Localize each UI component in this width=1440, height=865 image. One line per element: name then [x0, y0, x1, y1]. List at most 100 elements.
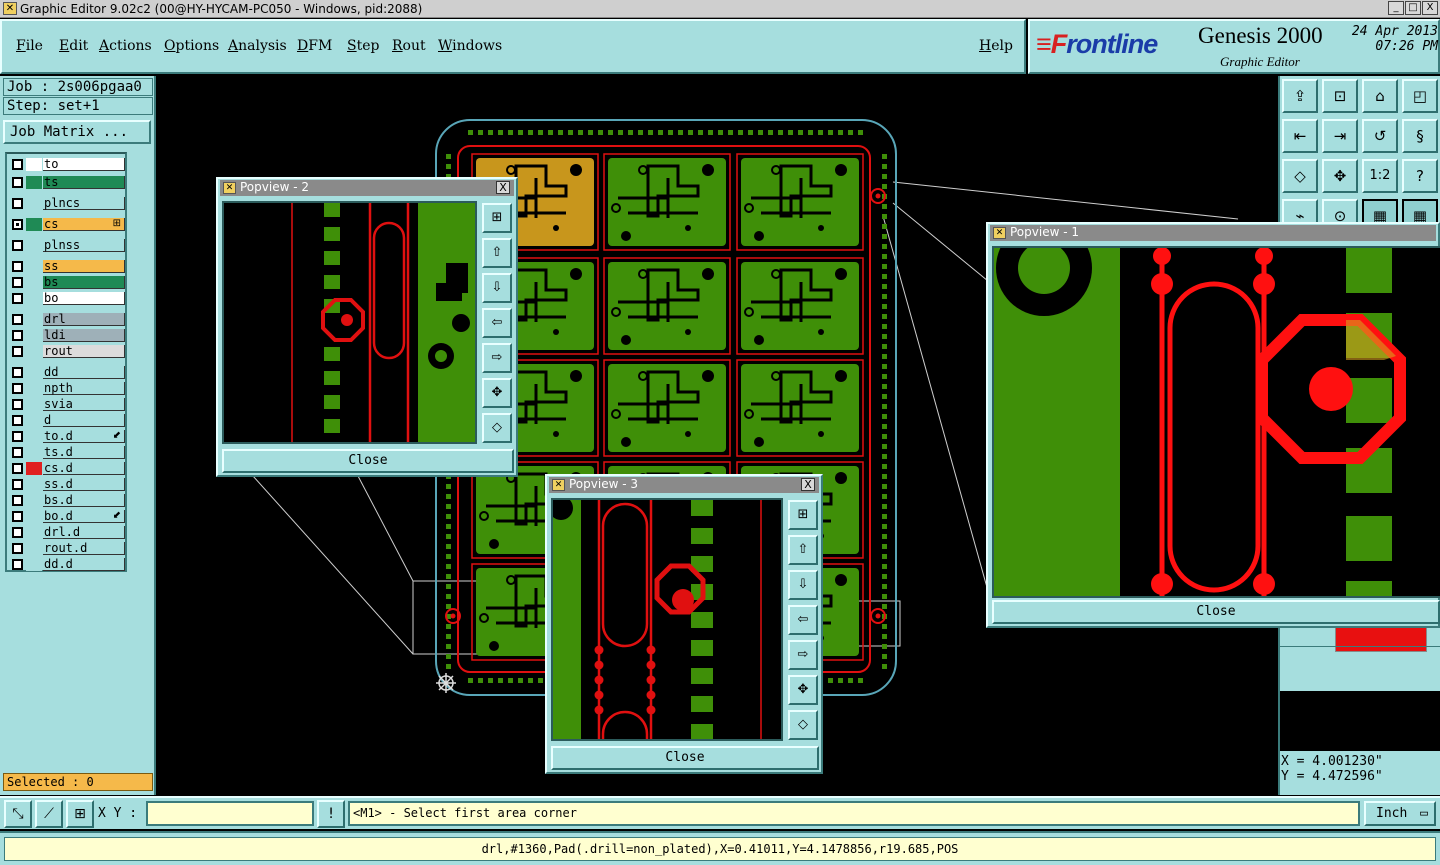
menu-dfm[interactable]: DFM	[297, 38, 332, 54]
layer-checkbox[interactable]	[12, 314, 23, 325]
menu-help[interactable]: Help	[979, 38, 1013, 54]
layer-name[interactable]: drl.d	[43, 526, 125, 539]
layer-checkbox[interactable]	[12, 346, 23, 357]
layer-name[interactable]: ss	[43, 260, 125, 273]
layer-color-swatch[interactable]	[26, 510, 42, 523]
layer-row-plnss[interactable]: plnss	[8, 238, 126, 252]
layer-color-swatch[interactable]	[26, 494, 42, 507]
layer-name[interactable]: drl	[43, 313, 125, 326]
popview-2-right-icon[interactable]: ⇨	[482, 343, 512, 373]
layer-checkbox[interactable]	[12, 463, 23, 474]
layer-row-ss-d[interactable]: ss.d	[8, 477, 126, 491]
layer-name[interactable]: d	[43, 414, 125, 427]
layer-row-to[interactable]: to	[8, 157, 126, 171]
layer-row-plncs[interactable]: plncs	[8, 196, 126, 210]
menu-edit[interactable]: Edit	[59, 38, 88, 54]
layer-name[interactable]: bs.d	[43, 494, 125, 507]
layer-checkbox[interactable]	[12, 511, 23, 522]
layer-checkbox[interactable]	[12, 367, 23, 378]
zoom-1to2-icon[interactable]: 1:2	[1362, 159, 1398, 193]
popview-3-fit-icon[interactable]: ✥	[788, 675, 818, 705]
layer-checkbox[interactable]	[12, 527, 23, 538]
layer-checkbox[interactable]	[12, 198, 23, 209]
layer-name[interactable]: bo.d ⬋	[43, 510, 125, 523]
zoom-home-icon[interactable]: ⇪	[1282, 79, 1318, 113]
layer-checkbox[interactable]	[12, 277, 23, 288]
overlay-icon[interactable]: ◰	[1402, 79, 1438, 113]
layer-color-swatch[interactable]	[26, 446, 42, 459]
layer-row-cs[interactable]: cs ⊞	[8, 217, 126, 231]
minimize-button[interactable]: _	[1388, 1, 1404, 15]
popview-2-view[interactable]	[222, 201, 477, 444]
layer-color-swatch[interactable]	[26, 218, 42, 231]
popview-2-down-icon[interactable]: ⇩	[482, 273, 512, 303]
popview-1-view[interactable]	[992, 246, 1440, 598]
layer-checkbox[interactable]	[12, 261, 23, 272]
home-icon[interactable]: ⌂	[1362, 79, 1398, 113]
layer-color-swatch[interactable]	[26, 414, 42, 427]
layer-color-swatch[interactable]	[26, 558, 42, 571]
layer-name[interactable]: rout.d	[43, 542, 125, 555]
layer-row-dd[interactable]: dd	[8, 365, 126, 379]
layer-row-npth[interactable]: npth	[8, 381, 126, 395]
zoom-in-icon[interactable]: ⊡	[1322, 79, 1358, 113]
popview-3-view[interactable]	[551, 498, 783, 741]
grid-icon[interactable]: ⊞	[66, 800, 94, 828]
layer-name[interactable]: rout	[43, 345, 125, 358]
layer-name[interactable]: dd	[43, 366, 125, 379]
snap-corner-icon[interactable]: ⤡	[4, 800, 32, 828]
layer-row-ts-d[interactable]: ts.d	[8, 445, 126, 459]
layer-checkbox[interactable]	[12, 383, 23, 394]
layer-color-swatch[interactable]	[26, 430, 42, 443]
layer-color-swatch[interactable]	[26, 260, 42, 273]
layer-row-d[interactable]: d	[8, 413, 126, 427]
menu-options[interactable]: Options	[164, 38, 219, 54]
menu-windows[interactable]: Windows	[438, 38, 502, 54]
popview-2-left-icon[interactable]: ⇦	[482, 308, 512, 338]
layer-color-swatch[interactable]	[26, 462, 42, 475]
layer-name[interactable]: to	[43, 158, 125, 171]
layer-row-drl[interactable]: drl	[8, 312, 126, 326]
layer-color-swatch[interactable]	[26, 398, 42, 411]
layer-row-ts[interactable]: ts	[8, 175, 126, 189]
menu-step[interactable]: Step	[347, 38, 379, 54]
popview-3-left-icon[interactable]: ⇦	[788, 605, 818, 635]
layer-color-swatch[interactable]	[26, 176, 42, 189]
layer-color-swatch[interactable]	[26, 542, 42, 555]
xy-input[interactable]	[146, 801, 314, 826]
layer-checkbox[interactable]	[12, 240, 23, 251]
layer-name[interactable]: bo	[43, 292, 125, 305]
layer-name[interactable]: ts.d	[43, 446, 125, 459]
alert-button[interactable]: !	[317, 800, 345, 828]
popview-3-center-icon[interactable]: ◇	[788, 710, 818, 740]
menu-rout[interactable]: Rout	[392, 38, 426, 54]
layer-row-bo[interactable]: bo	[8, 291, 126, 305]
layer-name[interactable]: ldi	[43, 329, 125, 342]
layer-checkbox[interactable]	[12, 559, 23, 570]
layer-name[interactable]: cs ⊞	[43, 218, 125, 231]
zoom-fit-icon[interactable]: ◇	[1282, 159, 1318, 193]
pan-right-icon[interactable]: ⇥	[1322, 119, 1358, 153]
help-icon[interactable]: ?	[1402, 159, 1438, 193]
menu-file[interactable]: File	[16, 38, 43, 54]
popview-3-close-button[interactable]: Close	[551, 746, 819, 770]
layer-row-cs-d[interactable]: cs.d	[8, 461, 126, 475]
popview-2-close-icon[interactable]: X	[496, 181, 510, 194]
maximize-button[interactable]: □	[1405, 1, 1421, 15]
layer-checkbox[interactable]	[12, 543, 23, 554]
layer-row-drl-d[interactable]: drl.d	[8, 525, 126, 539]
popview-2-fit-icon[interactable]: ✥	[482, 378, 512, 408]
popview-2-up-icon[interactable]: ⇧	[482, 238, 512, 268]
layer-color-swatch[interactable]	[26, 158, 42, 171]
redraw-icon[interactable]: §	[1402, 119, 1438, 153]
layer-checkbox[interactable]	[12, 447, 23, 458]
layer-color-swatch[interactable]	[26, 197, 42, 210]
layer-name[interactable]: bs	[43, 276, 125, 289]
layer-color-swatch[interactable]	[26, 276, 42, 289]
layer-row-rout[interactable]: rout	[8, 344, 126, 358]
layer-row-ss[interactable]: ss	[8, 259, 126, 273]
layer-checkbox[interactable]	[12, 399, 23, 410]
layer-checkbox[interactable]	[12, 219, 23, 230]
layer-row-bs-d[interactable]: bs.d	[8, 493, 126, 507]
layer-row-svia[interactable]: svia	[8, 397, 126, 411]
